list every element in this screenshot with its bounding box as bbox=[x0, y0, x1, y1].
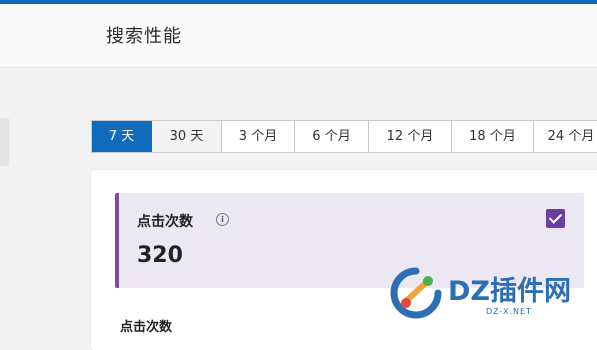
tab-7-days[interactable]: 7 天 bbox=[92, 121, 152, 152]
tab-12-months[interactable]: 12 个月 bbox=[369, 121, 452, 152]
watermark-text: DZ插件网 bbox=[448, 276, 571, 307]
metric-value: 320 bbox=[137, 243, 183, 268]
sidebar-edge bbox=[0, 118, 9, 166]
tab-6-months[interactable]: 6 个月 bbox=[295, 121, 369, 152]
tab-18-months[interactable]: 18 个月 bbox=[452, 121, 534, 152]
watermark-subtext: DZ-X.NET bbox=[486, 307, 532, 316]
date-range-tabs: 7 天 30 天 3 个月 6 个月 12 个月 18 个月 24 个月 bbox=[91, 120, 597, 153]
checkmark-icon bbox=[548, 210, 563, 224]
watermark-logo-icon bbox=[390, 267, 442, 319]
site-watermark: DZ插件网 DZ-X.NET bbox=[386, 265, 597, 325]
metric-label: 点击次数 bbox=[137, 214, 193, 230]
tab-30-days[interactable]: 30 天 bbox=[152, 121, 222, 152]
page-title: 搜索性能 bbox=[106, 26, 182, 47]
info-icon[interactable]: i bbox=[216, 213, 229, 226]
page-header: 搜索性能 bbox=[0, 4, 597, 68]
tab-3-months[interactable]: 3 个月 bbox=[222, 121, 295, 152]
metric-checkbox[interactable] bbox=[546, 209, 565, 228]
chart-section-label: 点击次数 bbox=[120, 320, 173, 335]
tab-24-months[interactable]: 24 个月 bbox=[534, 121, 597, 152]
